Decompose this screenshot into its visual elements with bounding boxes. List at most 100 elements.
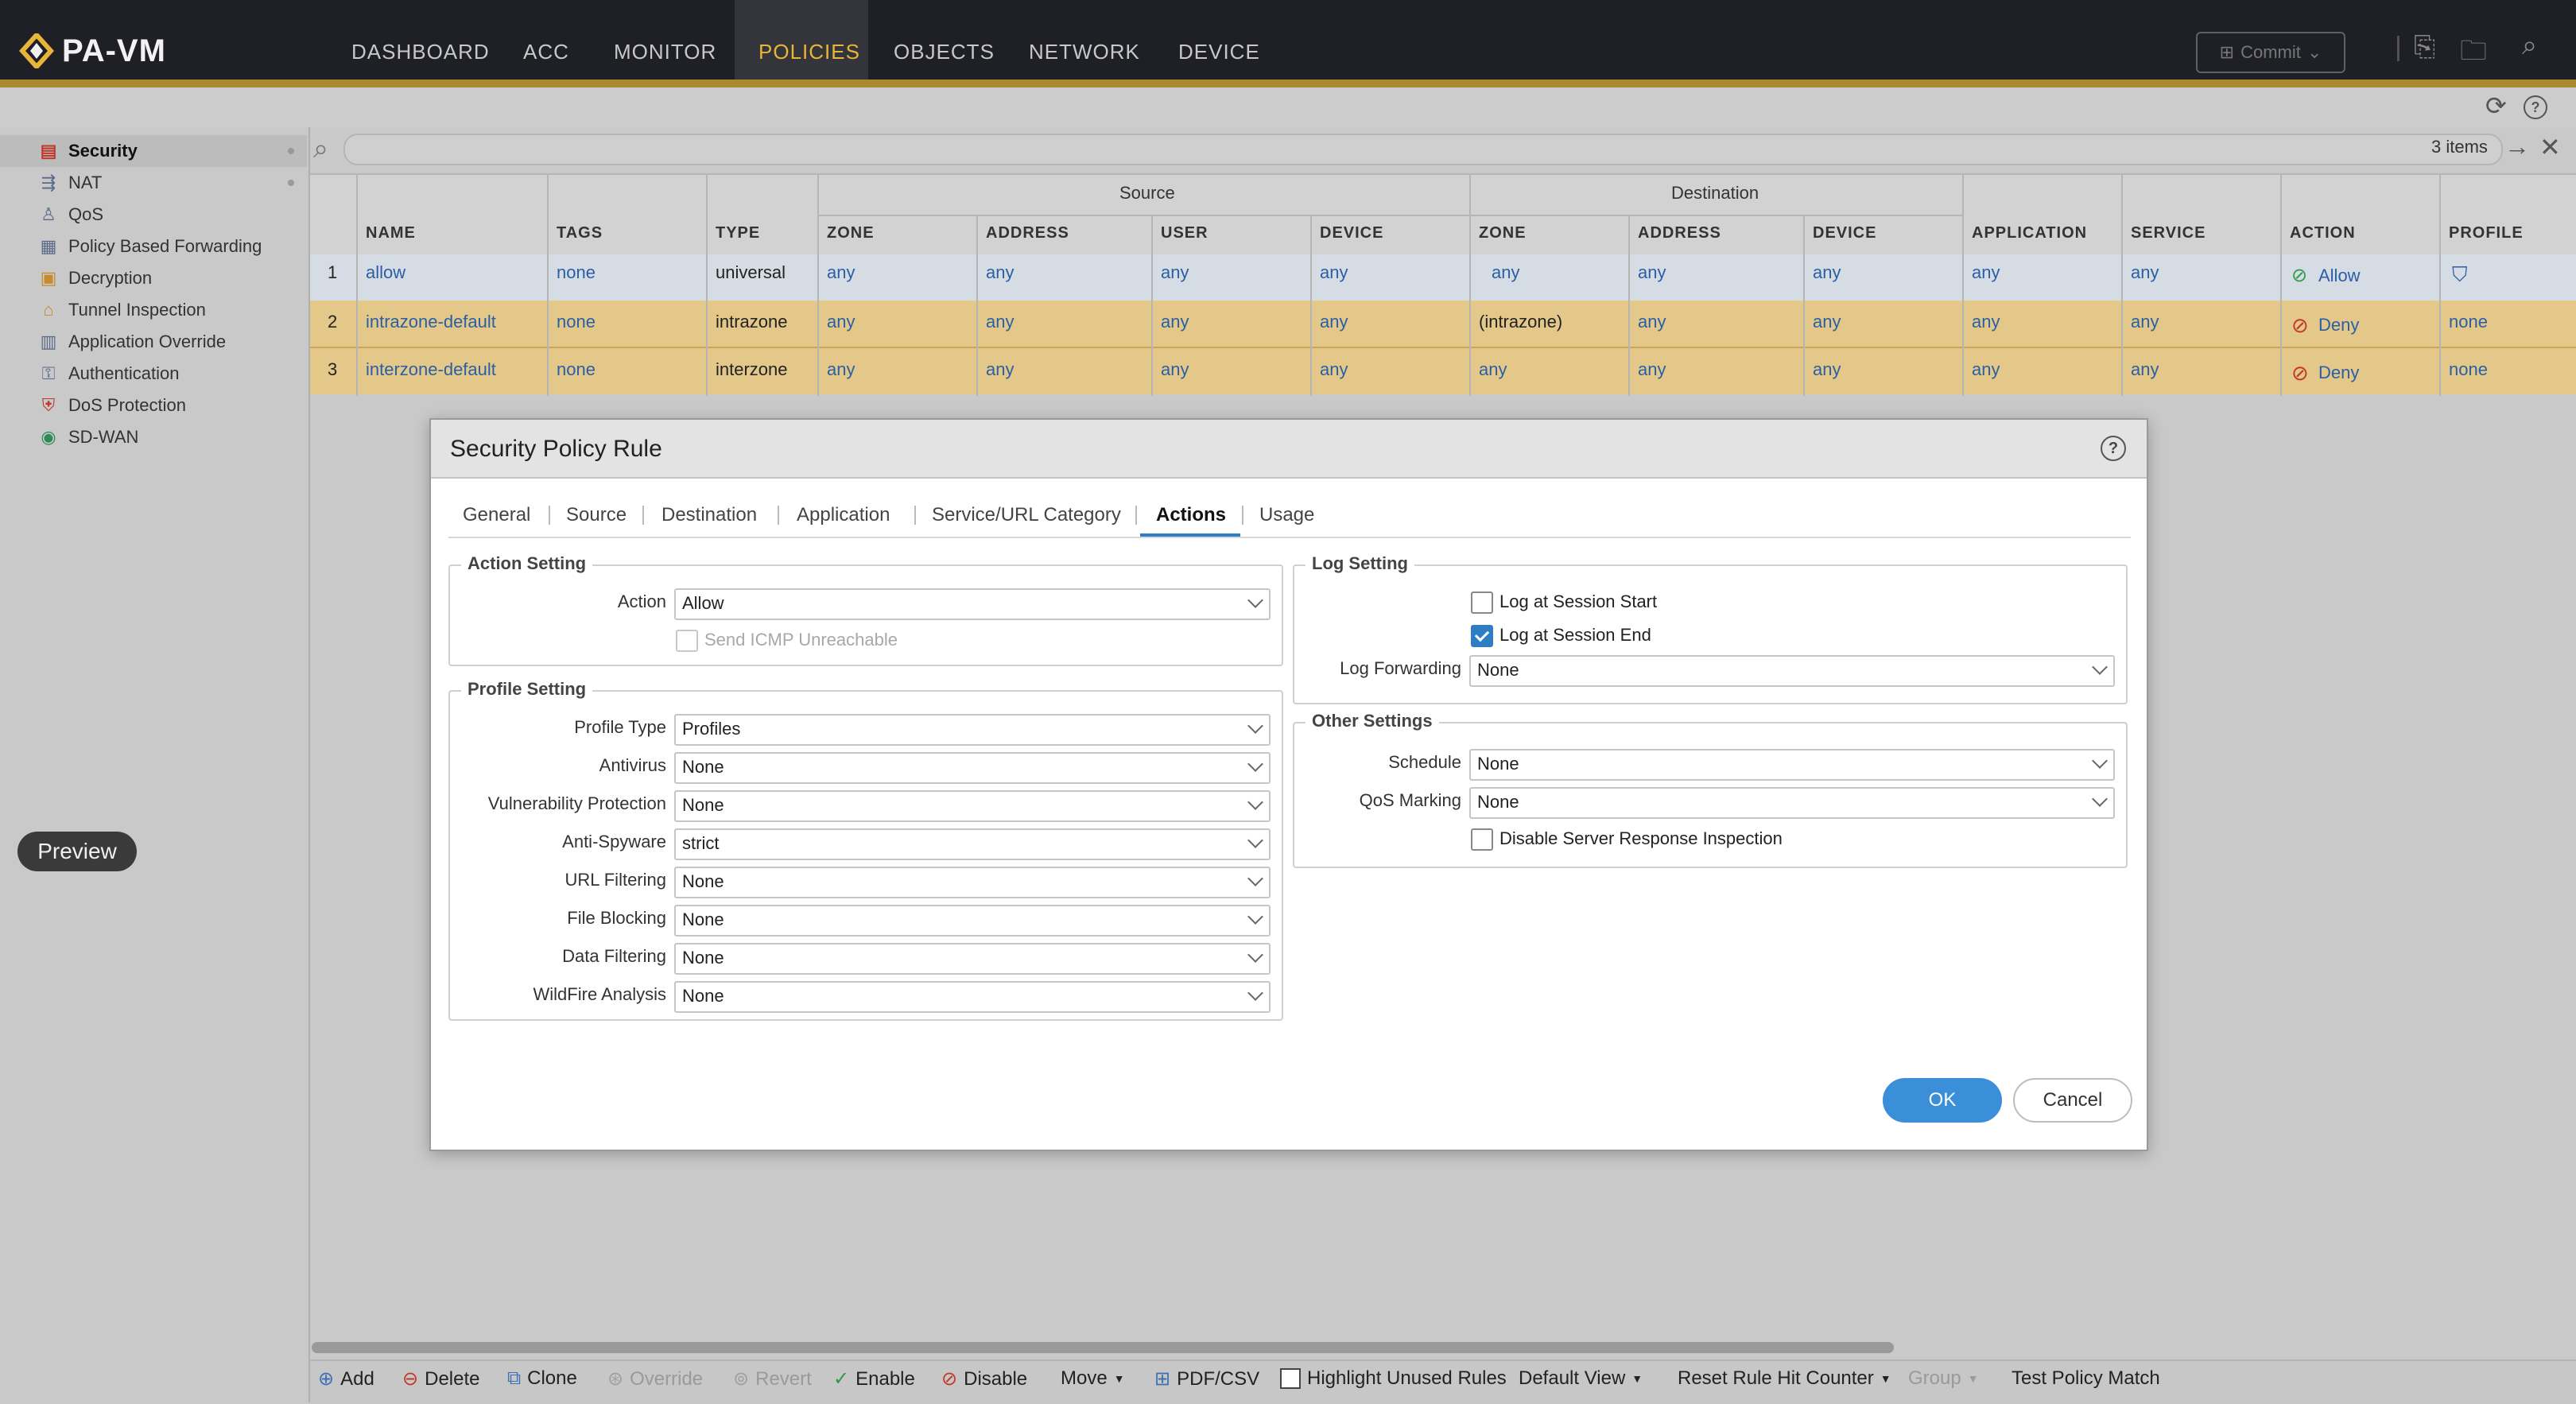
cell-src-user[interactable]: any [1161,312,1189,332]
cell-dst-address[interactable]: any [1638,262,1666,283]
antivirus-select[interactable]: None [674,752,1271,784]
rule-name-link[interactable]: allow [366,262,405,283]
delete-button[interactable]: ⊖ Delete [402,1367,479,1390]
sidebar-item-dos-protection[interactable]: ⛨ DoS Protection [0,390,307,421]
revert-button[interactable]: ⊚ Revert [733,1367,812,1390]
cell-application[interactable]: any [1972,262,2000,283]
send-icmp-unreachable-checkbox[interactable] [676,630,698,652]
tab-service-url-category[interactable]: Service/URL Category [932,504,1121,526]
apply-filter-icon[interactable]: → [2504,132,2530,161]
profile-shield-icon[interactable]: ⛉ [2452,262,2468,288]
action-select[interactable]: Allow [674,588,1271,620]
move-button[interactable]: Move ▼ [1061,1367,1125,1390]
cancel-button[interactable]: Cancel [2013,1078,2132,1123]
cell-dst-address[interactable]: any [1638,359,1666,380]
cell-tags[interactable]: none [557,262,596,283]
url-filtering-select[interactable]: None [674,867,1271,898]
cell-dst-zone[interactable]: any [1492,262,1519,283]
rule-name-link[interactable]: intrazone-default [366,312,496,332]
table-row[interactable] [310,348,2576,394]
sidebar-item-tunnel-inspection[interactable]: ⌂ Tunnel Inspection [0,294,307,326]
clear-filter-icon[interactable]: ✕ [2539,132,2561,162]
col-header-dst-address[interactable]: ADDRESS [1638,224,1721,242]
tab-usage[interactable]: Usage [1259,504,1314,526]
col-header-dst-zone[interactable]: ZONE [1479,224,1527,242]
cell-service[interactable]: any [2131,312,2159,332]
cell-dst-zone[interactable]: any [1479,359,1507,380]
col-header-src-user[interactable]: USER [1161,224,1208,242]
col-header-src-address[interactable]: ADDRESS [986,224,1069,242]
group-button[interactable]: Group ▼ [1908,1367,1979,1390]
ok-button[interactable]: OK [1883,1078,2002,1123]
sidebar-item-application-override[interactable]: ▥ Application Override [0,326,307,358]
anti-spyware-select[interactable]: strict [674,828,1271,860]
col-header-src-zone[interactable]: ZONE [827,224,875,242]
sidebar-item-qos[interactable]: ♙ QoS [0,199,307,231]
cell-src-user[interactable]: any [1161,359,1189,380]
col-header-profile[interactable]: PROFILE [2449,224,2524,242]
tab-source[interactable]: Source [566,504,627,526]
log-forwarding-select[interactable]: None [1469,655,2115,687]
search-input[interactable] [343,134,2503,165]
cell-application[interactable]: any [1972,312,2000,332]
sidebar-item-policy-based-forwarding[interactable]: ▦ Policy Based Forwarding [0,231,307,262]
cell-action[interactable]: Deny [2318,315,2359,335]
nav-policies[interactable]: POLICIES [758,40,860,64]
cell-application[interactable]: any [1972,359,2000,380]
file-blocking-select[interactable]: None [674,905,1271,937]
sidebar-item-security[interactable]: ▤ Security [0,135,307,167]
cell-dst-address[interactable]: any [1638,312,1666,332]
override-button[interactable]: ⊛ Override [607,1367,703,1390]
cell-action[interactable]: Deny [2318,363,2359,383]
tab-actions[interactable]: Actions [1156,504,1226,526]
log-at-session-start-checkbox[interactable] [1471,591,1493,614]
col-header-type[interactable]: TYPE [716,224,760,242]
nav-acc[interactable]: ACC [523,40,569,64]
default-view-button[interactable]: Default View ▼ [1519,1367,1643,1390]
rule-name-link[interactable]: interzone-default [366,359,496,380]
cell-src-zone[interactable]: any [827,359,855,380]
refresh-icon[interactable]: ⟳ [2485,91,2507,121]
horizontal-scrollbar[interactable] [312,1342,1894,1353]
col-header-name[interactable]: NAME [366,224,416,242]
nav-network[interactable]: NETWORK [1029,40,1140,64]
sidebar-item-authentication[interactable]: ⚿ Authentication [0,358,307,390]
preview-button[interactable]: Preview [17,832,137,871]
col-header-application[interactable]: APPLICATION [1972,224,2087,242]
cell-src-address[interactable]: any [986,312,1014,332]
data-filtering-select[interactable]: None [674,943,1271,975]
cell-dst-device[interactable]: any [1813,262,1841,283]
reset-rule-hit-counter-button[interactable]: Reset Rule Hit Counter ▼ [1678,1367,1891,1390]
cell-src-address[interactable]: any [986,359,1014,380]
cell-src-device[interactable]: any [1320,359,1348,380]
nav-monitor[interactable]: MONITOR [614,40,716,64]
col-header-dst-device[interactable]: DEVICE [1813,224,1876,242]
disable-button[interactable]: ⊘ Disable [941,1367,1027,1390]
sidebar-item-sd-wan[interactable]: ◉ SD-WAN [0,421,307,453]
sidebar-item-nat[interactable]: ⇶ NAT [0,167,307,199]
nav-objects[interactable]: OBJECTS [894,40,995,64]
cell-tags[interactable]: none [557,359,596,380]
cell-dst-zone[interactable]: (intrazone) [1479,312,1562,332]
save-menu-icon[interactable]: 🗀 [2460,32,2487,77]
sidebar-item-decryption[interactable]: ▣ Decryption [0,262,307,294]
col-header-tags[interactable]: TAGS [557,224,603,242]
pdf-csv-button[interactable]: ⊞ PDF/CSV [1154,1367,1259,1390]
disable-server-response-inspection-checkbox[interactable] [1471,828,1493,851]
qos-marking-select[interactable]: None [1469,787,2115,819]
tab-destination[interactable]: Destination [661,504,757,526]
schedule-select[interactable]: None [1469,749,2115,781]
search-global-icon[interactable]: ⌕ [2522,30,2537,61]
wildfire-analysis-select[interactable]: None [674,981,1271,1013]
cell-src-device[interactable]: any [1320,312,1348,332]
cell-profile[interactable]: none [2449,359,2488,380]
tab-general[interactable]: General [463,504,530,526]
cell-tags[interactable]: none [557,312,596,332]
cell-service[interactable]: any [2131,262,2159,283]
col-header-action[interactable]: ACTION [2290,224,2356,242]
clone-button[interactable]: ⧉ Clone [507,1367,577,1390]
profile-type-select[interactable]: Profiles [674,714,1271,746]
page-help-icon[interactable]: ? [2524,95,2547,119]
cell-src-device[interactable]: any [1320,262,1348,283]
nav-device[interactable]: DEVICE [1178,40,1260,64]
